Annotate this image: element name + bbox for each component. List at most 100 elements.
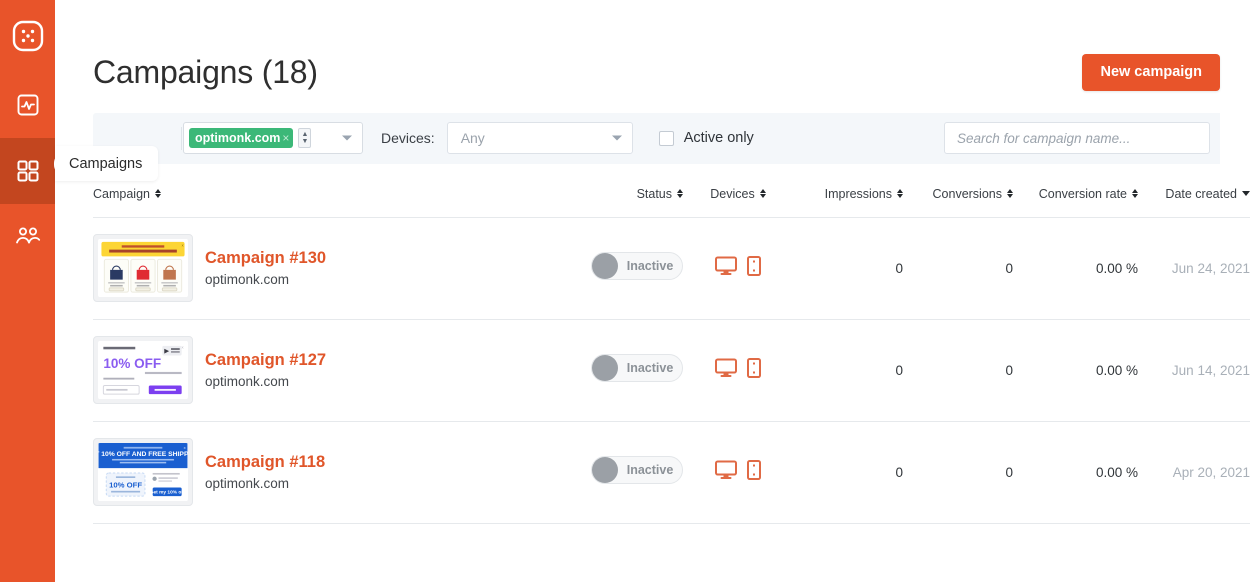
grid-icon — [16, 159, 40, 183]
column-label-devices: Devices — [710, 186, 755, 201]
people-icon — [15, 226, 41, 248]
analytics-icon — [16, 93, 40, 117]
cell-status: Inactive — [573, 217, 683, 320]
cell-conversion-rate: 0.00 % — [1013, 319, 1138, 422]
flyout-text: Campaigns — [69, 155, 143, 172]
cell-status: Inactive — [573, 319, 683, 422]
campaign-domain: optimonk.com — [205, 272, 290, 288]
active-only-label: Active only — [683, 130, 754, 146]
toggle-knob — [592, 355, 618, 381]
svg-text:10% OFF: 10% OFF — [103, 356, 161, 371]
sort-icon[interactable] — [154, 188, 161, 199]
sort-icon[interactable] — [677, 188, 683, 199]
cell-date-created: Jun 14, 2021 — [1138, 319, 1250, 422]
column-header-devices[interactable]: Devices — [683, 163, 793, 218]
sort-icon[interactable] — [759, 188, 766, 199]
app-root: Campaigns Campaigns (18) New campaign op… — [0, 0, 1256, 582]
campaign-thumbnail[interactable]: 10% OFF x — [93, 336, 193, 404]
cell-status: Inactive — [573, 421, 683, 524]
chevron-down-icon[interactable] — [611, 135, 622, 141]
cell-impressions: 0 — [793, 217, 903, 320]
column-label-status: Status — [636, 186, 672, 201]
column-header-date-created[interactable]: Date created — [1138, 163, 1250, 218]
column-label-campaign: Campaign — [93, 186, 150, 201]
mobile-icon — [747, 255, 761, 281]
column-header-conversion-rate[interactable]: Conversion rate — [1013, 163, 1138, 218]
table-row[interactable]: x Campaign #130 optimonk.com Inactive 0 0 0.00… — [93, 217, 1250, 320]
page-title: Campaigns (18) — [93, 53, 318, 90]
cell-conversions: 0 — [903, 319, 1013, 422]
devices-filter-select[interactable]: Any — [446, 122, 633, 154]
campaign-thumbnail[interactable]: x — [93, 234, 193, 302]
cell-conversion-rate: 0.00 % — [1013, 421, 1138, 524]
svg-text:GET 10% OFF AND FREE SHIPPING: GET 10% OFF AND FREE SHIPPING — [98, 451, 188, 458]
domain-tag-remove-icon[interactable]: × — [282, 132, 289, 144]
campaign-domain: optimonk.com — [205, 374, 290, 390]
new-campaign-button[interactable]: New campaign — [1082, 54, 1220, 91]
app-logo-icon — [12, 20, 44, 52]
cell-devices — [683, 319, 793, 422]
campaign-name-link[interactable]: Campaign #130 — [205, 249, 326, 269]
domain-tag: optimonk.com × — [189, 128, 294, 148]
sort-icon[interactable] — [1132, 188, 1138, 199]
column-header-campaign[interactable]: Campaign — [93, 163, 573, 218]
sidebar-item-logo[interactable] — [0, 0, 55, 72]
cell-impressions: 0 — [793, 319, 903, 422]
table-body: x Campaign #130 optimonk.com Inactive 0 0 0.00… — [93, 217, 1250, 524]
svg-text:x: x — [182, 244, 184, 248]
table-header-row: Campaign Status Devices Impressions Conv… — [93, 163, 1250, 218]
svg-text:x: x — [184, 445, 186, 450]
status-label: Inactive — [626, 361, 674, 375]
cell-campaign: 10% OFF x Campaign #127 optimonk.com — [93, 319, 573, 422]
sort-desc-icon[interactable] — [1242, 191, 1250, 196]
column-header-conversions[interactable]: Conversions — [903, 163, 1013, 218]
cell-conversions: 0 — [903, 421, 1013, 524]
column-header-impressions[interactable]: Impressions — [793, 163, 903, 218]
column-label-impressions: Impressions — [824, 186, 892, 201]
sidebar-item-campaigns[interactable] — [0, 138, 55, 204]
sort-icon[interactable] — [897, 188, 903, 199]
domain-spinner-control[interactable]: ▲ ▼ — [298, 128, 312, 148]
campaign-name-link[interactable]: Campaign #118 — [205, 453, 325, 473]
cell-devices — [683, 421, 793, 524]
column-label-date-created: Date created — [1165, 186, 1237, 201]
filter-divider — [181, 126, 182, 150]
active-only-toggle[interactable]: Active only — [658, 130, 754, 146]
sidebar-item-analytics[interactable] — [0, 72, 55, 138]
svg-text:x: x — [182, 346, 184, 350]
cell-campaign: GET 10% OFF AND FREE SHIPPINGx 10% OFF Get… — [93, 421, 573, 524]
domain-filter-select[interactable]: optimonk.com × ▲ ▼ — [183, 122, 363, 154]
spinner-down-icon: ▼ — [301, 138, 309, 145]
status-toggle[interactable]: Inactive — [591, 456, 683, 484]
page-header: Campaigns (18) New campaign — [93, 0, 1220, 91]
status-toggle[interactable]: Inactive — [591, 354, 683, 382]
column-label-conversion-rate: Conversion rate — [1038, 186, 1127, 201]
sidebar — [0, 0, 55, 582]
svg-text:Get my 10% off: Get my 10% off — [150, 490, 185, 496]
domain-tag-label: optimonk.com — [195, 130, 281, 145]
status-toggle[interactable]: Inactive — [591, 252, 683, 280]
cell-campaign: x Campaign #130 optimonk.com — [93, 217, 573, 320]
campaign-thumbnail[interactable]: GET 10% OFF AND FREE SHIPPINGx 10% OFF Get… — [93, 438, 193, 506]
active-only-checkbox[interactable] — [658, 130, 674, 146]
table-header: Campaign Status Devices Impressions Conv… — [93, 163, 1250, 218]
cell-conversions: 0 — [903, 217, 1013, 320]
campaign-name-link[interactable]: Campaign #127 — [205, 351, 326, 371]
column-label-conversions: Conversions — [932, 186, 1002, 201]
sidebar-item-audience[interactable] — [0, 204, 55, 270]
table-row[interactable]: 10% OFF x Campaign #127 optimonk.com Inactiv… — [93, 319, 1250, 422]
mobile-icon — [747, 459, 761, 485]
chevron-down-icon[interactable] — [342, 135, 352, 141]
status-label: Inactive — [626, 463, 674, 477]
cell-conversion-rate: 0.00 % — [1013, 217, 1138, 320]
cell-date-created: Apr 20, 2021 — [1138, 421, 1250, 524]
toggle-knob — [592, 457, 618, 483]
sort-icon[interactable] — [1007, 188, 1013, 199]
filter-bar: optimonk.com × ▲ ▼ Devices: Any Active o… — [93, 112, 1220, 164]
table-row[interactable]: GET 10% OFF AND FREE SHIPPINGx 10% OFF Get… — [93, 421, 1250, 524]
search-container — [934, 112, 1220, 164]
search-input[interactable] — [944, 122, 1210, 154]
spinner-up-icon: ▲ — [301, 131, 309, 138]
toggle-knob — [592, 253, 618, 279]
column-header-status[interactable]: Status — [573, 163, 683, 218]
